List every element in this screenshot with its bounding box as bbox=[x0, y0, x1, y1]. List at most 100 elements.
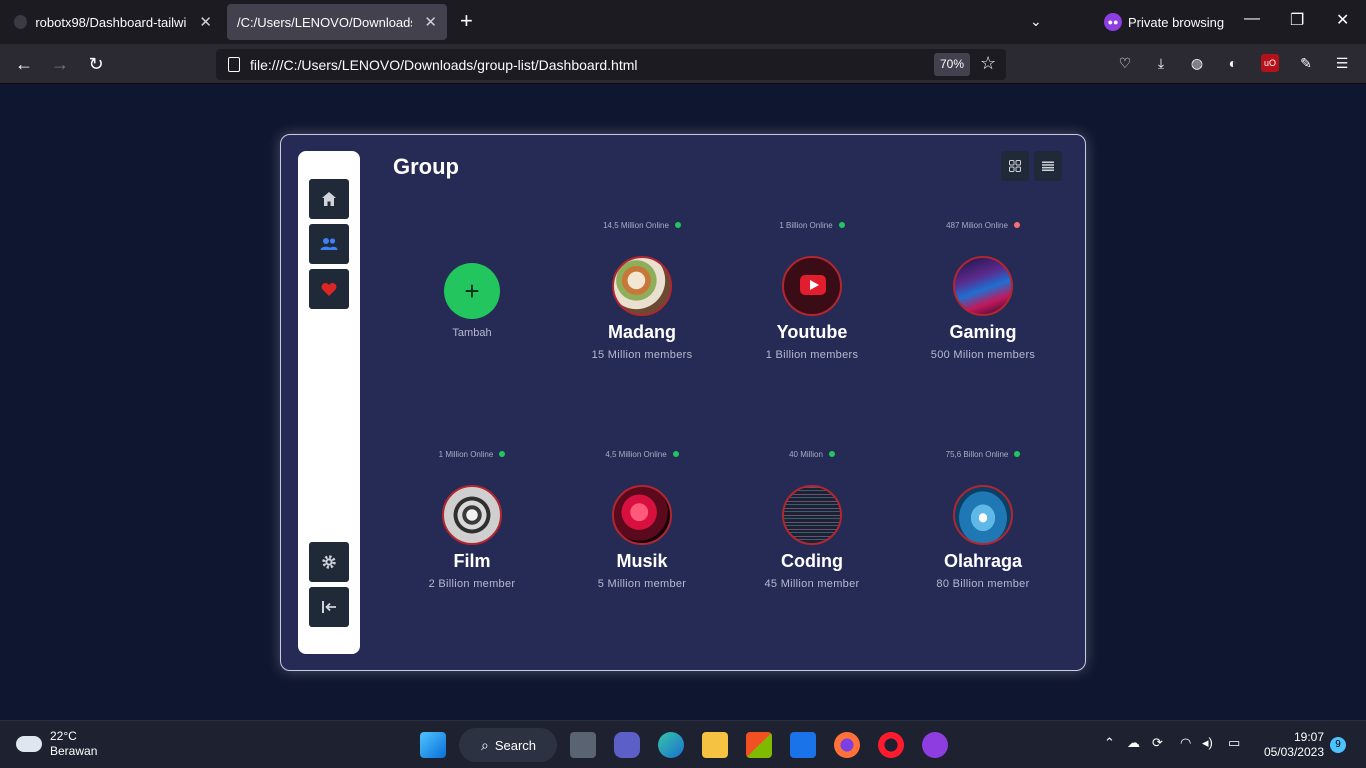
online-status-dot bbox=[828, 451, 835, 457]
online-status-dot bbox=[838, 222, 845, 228]
heart-icon bbox=[321, 282, 337, 296]
group-avatar-music bbox=[612, 485, 672, 545]
new-tab-button[interactable]: + bbox=[460, 10, 473, 32]
group-name: Film bbox=[453, 551, 491, 571]
collapse-sidebar-button[interactable] bbox=[309, 587, 349, 627]
collapse-left-icon bbox=[322, 601, 336, 613]
firefox-private-icon[interactable] bbox=[922, 732, 948, 758]
opera-icon[interactable] bbox=[878, 732, 904, 758]
group-name: Madang bbox=[607, 322, 676, 342]
system-clock[interactable]: 19:07 05/03/2023 bbox=[1258, 730, 1324, 760]
task-view-icon[interactable] bbox=[570, 732, 596, 758]
close-tab-icon[interactable]: ✕ bbox=[424, 13, 437, 31]
home-button[interactable] bbox=[309, 179, 349, 219]
taskbar-search[interactable]: ⌕ Search bbox=[459, 728, 557, 762]
firefox-icon[interactable] bbox=[834, 732, 860, 758]
list-view-button[interactable] bbox=[1034, 151, 1062, 181]
online-status-dot bbox=[499, 451, 506, 457]
extensions-puzzle-icon[interactable]: ✎ bbox=[1297, 54, 1315, 72]
group-card[interactable]: 40 Million Coding 45 Million member bbox=[737, 448, 887, 591]
list-icon bbox=[1042, 161, 1054, 171]
group-card[interactable]: 1 Billion Online Youtube 1 Billion membe… bbox=[737, 219, 887, 362]
group-dashboard: Group + Tambah 14,5 Million Online Madan… bbox=[280, 134, 1086, 671]
add-group-button[interactable]: + bbox=[444, 263, 500, 319]
online-count: 14,5 Million Online bbox=[567, 219, 717, 231]
show-hidden-icons-icon[interactable]: ⌃ bbox=[1104, 735, 1115, 751]
online-count: 1 Billion Online bbox=[737, 219, 887, 231]
teams-chat-icon[interactable] bbox=[614, 732, 640, 758]
tab-title: robotx98/Dashboard-tailwind bbox=[35, 14, 188, 30]
zoom-level[interactable]: 70% bbox=[934, 53, 971, 76]
group-name: Musik bbox=[616, 551, 668, 571]
sync-icon[interactable]: ⟳ bbox=[1152, 735, 1163, 751]
menu-icon[interactable]: ☰ bbox=[1333, 54, 1351, 72]
mail-icon[interactable] bbox=[790, 732, 816, 758]
windows-start-icon[interactable] bbox=[420, 732, 446, 758]
extension-icon[interactable]: ◐ bbox=[1224, 54, 1242, 72]
browser-tab-active[interactable]: /C:/Users/LENOVO/Downloads/group-list/Da… bbox=[227, 4, 447, 40]
private-mask-icon: ●● bbox=[1104, 13, 1122, 31]
groups-button[interactable] bbox=[309, 224, 349, 264]
bookmark-star-icon[interactable]: ☆ bbox=[980, 53, 996, 74]
group-members: 80 Billion member bbox=[936, 578, 1030, 590]
page-title: Group bbox=[393, 154, 459, 179]
add-group[interactable]: + Tambah bbox=[397, 263, 547, 339]
online-status-dot bbox=[1014, 451, 1021, 457]
ublock-icon[interactable]: uO bbox=[1261, 54, 1279, 72]
close-window-button[interactable]: ✕ bbox=[1336, 10, 1349, 30]
url-text[interactable]: file:///C:/Users/LENOVO/Downloads/group-… bbox=[250, 57, 637, 73]
list-all-tabs-icon[interactable]: ⌄ bbox=[1030, 13, 1042, 30]
wifi-icon[interactable]: ◠ bbox=[1180, 735, 1191, 751]
downloads-icon[interactable]: ⤓ bbox=[1152, 54, 1170, 72]
minimize-button[interactable]: — bbox=[1244, 10, 1260, 28]
weather-widget[interactable]: 22°C Berawan bbox=[16, 729, 97, 759]
online-count: 40 Million bbox=[737, 448, 887, 460]
add-group-label: Tambah bbox=[452, 327, 492, 339]
notification-badge[interactable]: 9 bbox=[1330, 737, 1346, 753]
group-members: 1 Billion members bbox=[765, 349, 859, 361]
online-count: 75,6 Billon Online bbox=[908, 448, 1058, 460]
play-icon bbox=[810, 280, 819, 290]
group-avatar-coding bbox=[782, 485, 842, 545]
grid-icon bbox=[1009, 160, 1021, 172]
busy-status-dot bbox=[1013, 222, 1020, 228]
group-members: 2 Billion member bbox=[428, 578, 516, 590]
group-card[interactable]: 75,6 Billon Online Olahraga 80 Billion m… bbox=[908, 448, 1058, 591]
group-card[interactable]: 14,5 Million Online Madang 15 Million me… bbox=[567, 219, 717, 362]
group-members: 5 Million member bbox=[597, 578, 687, 590]
grid-view-button[interactable] bbox=[1001, 151, 1029, 181]
browser-tab[interactable]: robotx98/Dashboard-tailwind ✕ bbox=[4, 4, 222, 40]
group-members: 45 Million member bbox=[764, 578, 860, 590]
group-card[interactable]: 4,5 Million Online Musik 5 Million membe… bbox=[567, 448, 717, 591]
reload-button[interactable]: ↻ bbox=[84, 53, 108, 75]
back-button[interactable]: ← bbox=[12, 53, 36, 75]
group-card[interactable]: 1 Million Online Film 2 Billion member bbox=[397, 448, 547, 591]
globe-extension-icon[interactable]: ◍ bbox=[1188, 54, 1206, 72]
cloud-icon bbox=[16, 736, 42, 752]
private-browsing-label: Private browsing bbox=[1128, 14, 1225, 30]
forward-button[interactable]: → bbox=[48, 53, 72, 75]
clock-time: 19:07 bbox=[1293, 730, 1324, 744]
github-icon bbox=[14, 15, 28, 29]
group-members: 500 Milion members bbox=[930, 349, 1036, 361]
search-icon: ⌕ bbox=[481, 736, 489, 753]
online-status-dot bbox=[674, 222, 681, 228]
battery-icon[interactable]: ▭ bbox=[1228, 735, 1240, 751]
url-bar[interactable]: file:///C:/Users/LENOVO/Downloads/group-… bbox=[216, 49, 1006, 80]
tab-title: /C:/Users/LENOVO/Downloads/group-list/Da… bbox=[237, 14, 413, 30]
sidebar bbox=[298, 151, 360, 654]
settings-button[interactable] bbox=[309, 542, 349, 582]
group-card[interactable]: 487 Milion Online Gaming 500 Milion memb… bbox=[908, 219, 1058, 362]
file-explorer-icon[interactable] bbox=[702, 732, 728, 758]
onedrive-icon[interactable]: ☁ bbox=[1127, 735, 1140, 751]
edge-icon[interactable] bbox=[658, 732, 684, 758]
group-avatar-swimming bbox=[953, 485, 1013, 545]
close-tab-icon[interactable]: ✕ bbox=[199, 13, 212, 31]
microsoft-store-icon[interactable] bbox=[746, 732, 772, 758]
pocket-icon[interactable]: ♡ bbox=[1116, 54, 1134, 72]
favorites-button[interactable] bbox=[309, 269, 349, 309]
restore-button[interactable]: ❐ bbox=[1290, 10, 1304, 30]
volume-icon[interactable]: ◂) bbox=[1202, 735, 1213, 751]
private-browsing-indicator: ●● Private browsing bbox=[1104, 13, 1224, 31]
online-count: 4,5 Million Online bbox=[567, 448, 717, 460]
